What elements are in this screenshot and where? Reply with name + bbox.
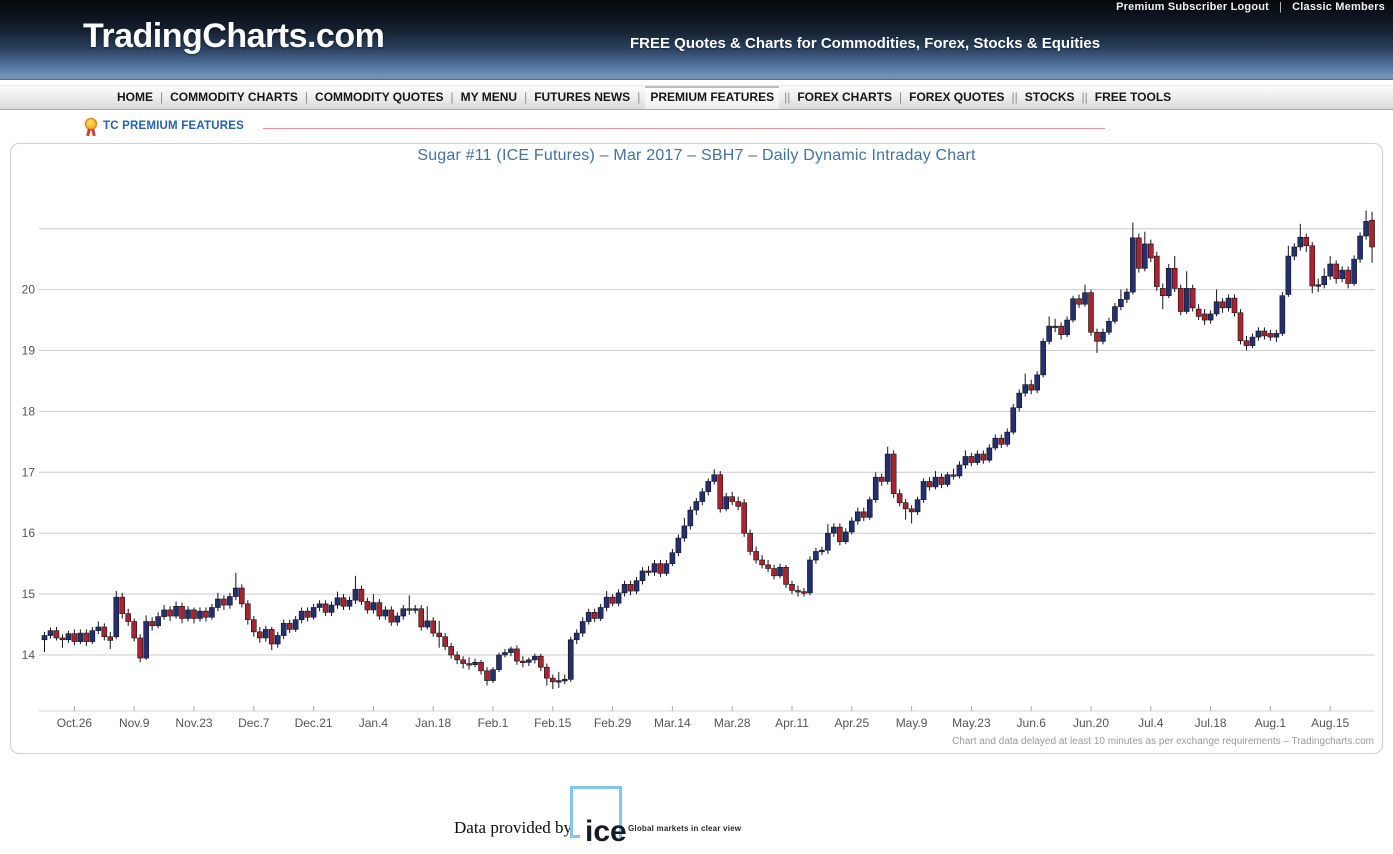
svg-text:19: 19 <box>22 344 36 358</box>
footer: Data provided by ice Global markets in c… <box>0 780 1393 854</box>
nav-separator: || <box>1011 90 1018 104</box>
svg-text:Aug.15: Aug.15 <box>1311 716 1349 730</box>
nav-separator: | <box>304 90 309 104</box>
svg-text:17: 17 <box>22 465 36 479</box>
premium-features-row: TC PREMIUM FEATURES <box>0 116 1393 138</box>
svg-text:Jan.18: Jan.18 <box>415 716 451 730</box>
svg-text:May.9: May.9 <box>896 716 928 730</box>
chart-disclaimer: Chart and data delayed at least 10 minut… <box>952 736 1374 747</box>
svg-text:18: 18 <box>22 404 36 418</box>
data-provided-label: Data provided by <box>454 818 573 837</box>
nav-separator: | <box>899 90 903 104</box>
svg-text:Nov.23: Nov.23 <box>175 716 212 730</box>
premium-divider-line <box>263 128 1105 129</box>
main-nav: HOME | COMMODITY CHARTS | COMMODITY QUOTES | M… <box>0 85 1393 110</box>
site-logo[interactable]: TradingCharts.com <box>83 17 385 56</box>
nav-separator: | <box>450 90 454 104</box>
tc-premium-features-link[interactable]: TC PREMIUM FEATURES <box>103 120 244 132</box>
svg-text:16: 16 <box>22 526 36 540</box>
nav-item-premium-features[interactable]: PREMIUM FEATURES <box>645 86 780 109</box>
ice-logo-tagline: Global markets in clear view <box>628 824 742 833</box>
site-tagline: FREE Quotes & Charts for Commodities, Fo… <box>630 35 1101 52</box>
page: Premium Subscriber Logout | Classic Member… <box>0 0 1393 854</box>
svg-text:Jun.20: Jun.20 <box>1073 716 1109 730</box>
nav-item-my-menu[interactable]: MY MENU <box>459 86 519 109</box>
svg-text:Dec.21: Dec.21 <box>295 716 333 730</box>
top-links-separator: | <box>1279 1 1283 13</box>
medal-icon <box>84 118 98 137</box>
svg-text:Apr.11: Apr.11 <box>775 716 809 730</box>
candlestick-chart[interactable]: 14 15 16 17 18 19 20 Oct.26 Nov.9 Nov.23 Dec.7 Dec.… <box>11 144 1382 753</box>
svg-text:Dec.7: Dec.7 <box>238 716 270 730</box>
nav-separator: || <box>784 90 791 104</box>
nav-item-futures-news[interactable]: FUTURES NEWS <box>532 86 632 109</box>
nav-separator: | <box>524 90 528 104</box>
nav-separator: || <box>1081 90 1088 104</box>
site-header: Premium Subscriber Logout | Classic Member… <box>0 0 1393 80</box>
svg-text:Jul.4: Jul.4 <box>1138 716 1164 730</box>
nav-separator: | <box>637 90 641 104</box>
chart-panel: Sugar #11 (ICE Futures) – Mar 2017 – SBH… <box>10 143 1383 754</box>
nav-item-forex-charts[interactable]: FOREX CHARTS <box>795 86 894 109</box>
svg-text:Mar.28: Mar.28 <box>714 716 751 730</box>
nav-item-commodity-charts[interactable]: COMMODITY CHARTS <box>168 86 300 109</box>
svg-text:Oct.26: Oct.26 <box>57 716 93 730</box>
svg-text:15: 15 <box>22 587 36 601</box>
nav-item-stocks[interactable]: STOCKS <box>1023 86 1077 109</box>
classic-members-link[interactable]: Classic Members <box>1292 1 1385 13</box>
svg-text:Jun.6: Jun.6 <box>1017 716 1047 730</box>
svg-text:Jul.18: Jul.18 <box>1195 716 1227 730</box>
nav-item-forex-quotes[interactable]: FOREX QUOTES <box>907 86 1006 109</box>
premium-subscriber-logout-link[interactable]: Premium Subscriber Logout <box>1116 1 1269 13</box>
nav-item-home[interactable]: HOME <box>115 86 155 109</box>
svg-text:20: 20 <box>22 283 36 297</box>
svg-text:Aug.1: Aug.1 <box>1255 716 1287 730</box>
svg-text:Nov.9: Nov.9 <box>119 716 150 730</box>
ice-logo: ice <box>570 786 627 847</box>
svg-text:Jan.4: Jan.4 <box>359 716 389 730</box>
svg-text:May.23: May.23 <box>952 716 991 730</box>
svg-text:Feb.1: Feb.1 <box>478 716 509 730</box>
svg-text:Feb.29: Feb.29 <box>594 716 632 730</box>
svg-text:14: 14 <box>22 648 36 662</box>
nav-item-free-tools[interactable]: FREE TOOLS <box>1093 86 1173 109</box>
nav-item-commodity-quotes[interactable]: COMMODITY QUOTES <box>313 86 445 109</box>
nav-separator: | <box>160 90 164 104</box>
svg-text:Mar.14: Mar.14 <box>654 716 691 730</box>
svg-text:Feb.15: Feb.15 <box>534 716 572 730</box>
svg-text:Apr.25: Apr.25 <box>834 716 869 730</box>
top-links: Premium Subscriber Logout | Classic Member… <box>1116 1 1385 13</box>
ice-logo-text: ice <box>585 815 627 848</box>
